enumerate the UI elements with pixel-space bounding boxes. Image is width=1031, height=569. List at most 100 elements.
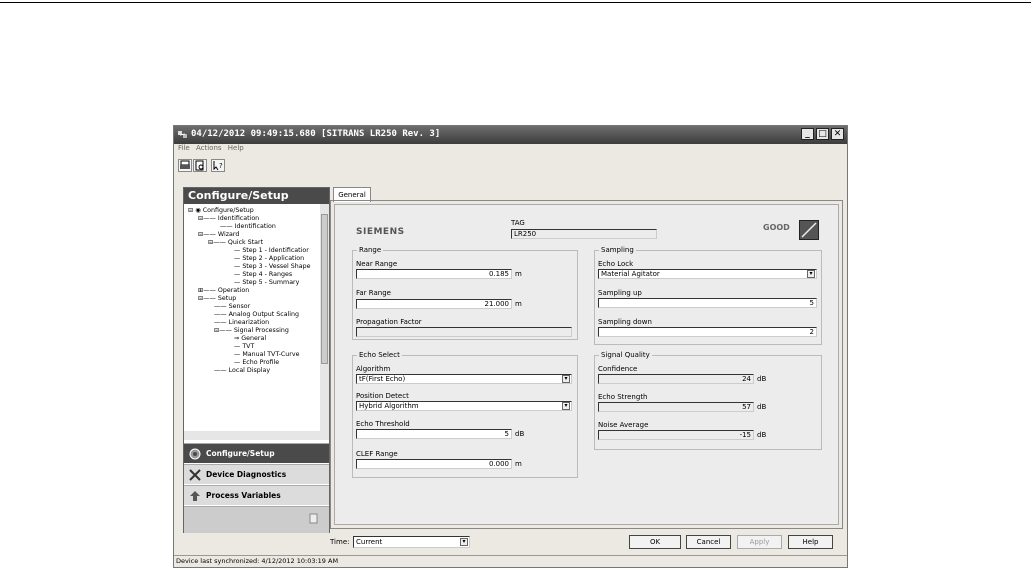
menu-help[interactable]: Help — [228, 144, 244, 152]
algorithm-dropdown[interactable]: tF(First Echo) ▾ — [356, 374, 572, 384]
menu-actions[interactable]: Actions — [196, 144, 222, 152]
general-form: SIEMENS TAG LR250 GOOD Range Near Range … — [334, 204, 839, 525]
range-group: Range Near Range 0.185 m Far Range 21.00… — [352, 246, 578, 340]
tree-item-step-4[interactable]: — Step 4 - Ranges — [234, 271, 292, 279]
near-range-label: Near Range — [356, 260, 398, 268]
page-top-rule — [0, 2, 1031, 3]
tree-item-local-display[interactable]: —— Local Display — [214, 367, 270, 375]
chevron-down-icon[interactable]: ▾ — [562, 402, 570, 410]
maximize-button[interactable]: □ — [816, 128, 829, 140]
navigation-pane: Configure/Setup ⊟ ◉ Configure/Setup ⊟—— … — [183, 187, 330, 533]
sampling-down-field[interactable]: 2 — [598, 327, 817, 337]
chevron-down-icon[interactable]: ▾ — [562, 375, 570, 383]
tree-item-wizard[interactable]: ⊟—— Wizard — [198, 231, 239, 239]
nav-button-device-diagnostics[interactable]: Device Diagnostics — [184, 464, 329, 484]
whats-this-help-icon[interactable]: ? — [211, 159, 225, 172]
echo-strength-field: 57 — [598, 402, 754, 412]
tag-label: TAG — [511, 219, 525, 227]
clef-range-field[interactable]: 0.000 — [356, 459, 512, 469]
echo-lock-label: Echo Lock — [598, 260, 634, 268]
sampling-title: Sampling — [599, 246, 636, 254]
minimize-button[interactable]: _ — [801, 128, 814, 140]
confidence-label: Confidence — [598, 365, 638, 373]
sampling-up-label: Sampling up — [598, 289, 642, 297]
near-range-unit: m — [515, 270, 522, 278]
echo-select-title: Echo Select — [357, 351, 402, 359]
range-title: Range — [357, 246, 384, 254]
tree-item-linearization[interactable]: —— Linearization — [214, 319, 269, 327]
print-icon[interactable] — [178, 159, 192, 172]
echo-threshold-label: Echo Threshold — [356, 420, 410, 428]
tree-item-operation[interactable]: ⊞—— Operation — [198, 287, 249, 295]
general-panel: SIEMENS TAG LR250 GOOD Range Near Range … — [330, 200, 843, 529]
tree-item-manual-tvt-curve[interactable]: — Manual TVT-Curve — [234, 351, 299, 359]
near-range-field[interactable]: 0.185 — [356, 269, 512, 279]
nav-button-configure-setup[interactable]: Configure/Setup — [184, 443, 329, 463]
tools-icon — [189, 469, 201, 481]
far-range-unit: m — [515, 300, 522, 308]
clef-range-unit: m — [515, 460, 522, 468]
tree-item-step-5[interactable]: — Step 5 - Summary — [234, 279, 299, 287]
sampling-group: Sampling Echo Lock Material Agitator ▾ S… — [594, 246, 822, 345]
clipboard-icon[interactable] — [308, 513, 319, 524]
scroll-thumb[interactable] — [321, 214, 328, 364]
help-button[interactable]: Help — [788, 535, 833, 549]
tree-item-setup[interactable]: ⊟—— Setup — [198, 295, 236, 303]
time-dropdown[interactable]: Current ▾ — [353, 536, 470, 548]
tree-item-signal-processing[interactable]: ⊟—— Signal Processing — [214, 327, 289, 335]
tree-vertical-scrollbar[interactable] — [320, 204, 329, 431]
tree-item-sensor[interactable]: —— Sensor — [214, 303, 250, 311]
echo-threshold-unit: dB — [515, 430, 525, 438]
tree-item-step-2[interactable]: — Step 2 - Application — [234, 255, 304, 263]
signal-quality-title: Signal Quality — [599, 351, 652, 359]
nav-button-process-variables[interactable]: Process Variables — [184, 485, 329, 505]
window-title: 04/12/2012 09:49:15.680 [SITRANS LR250 R… — [191, 129, 441, 139]
chevron-down-icon[interactable]: ▾ — [807, 270, 815, 278]
navigation-header: Configure/Setup — [184, 188, 329, 204]
ok-button[interactable]: OK — [629, 535, 681, 549]
tree-item-identification[interactable]: —— Identification — [220, 223, 276, 231]
tree-item-identification-folder[interactable]: ⊟—— Identification — [198, 215, 259, 223]
menu-file[interactable]: File — [178, 144, 190, 152]
tree-item-tvt[interactable]: — TVT — [234, 343, 254, 351]
menu-bar: File Actions Help — [174, 144, 847, 155]
noise-average-unit: dB — [757, 431, 767, 439]
echo-strength-label: Echo Strength — [598, 393, 648, 401]
navigation-tree: ⊟ ◉ Configure/Setup ⊟—— Identification —… — [184, 204, 320, 431]
tree-item-configure-setup[interactable]: ⊟ ◉ Configure/Setup — [188, 207, 254, 215]
far-range-field[interactable]: 21.000 — [356, 299, 512, 309]
content-area: General SIEMENS TAG LR250 GOOD Range Nea… — [330, 187, 843, 529]
apply-button[interactable]: Apply — [737, 535, 782, 549]
clef-range-label: CLEF Range — [356, 450, 398, 458]
svg-text:?: ? — [219, 162, 223, 170]
sampling-down-label: Sampling down — [598, 318, 652, 326]
tree-item-analog-output-scaling[interactable]: —— Analog Output Scaling — [214, 311, 299, 319]
close-button[interactable]: ✕ — [831, 128, 844, 140]
tree-item-general[interactable]: ⇒ General — [234, 335, 266, 343]
noise-average-field: -15 — [598, 430, 754, 440]
position-detect-dropdown[interactable]: Hybrid Algorithm ▾ — [356, 401, 572, 411]
propagation-factor-field[interactable] — [356, 327, 572, 337]
echo-lock-dropdown[interactable]: Material Agitator ▾ — [598, 269, 817, 279]
echo-threshold-field[interactable]: 5 — [356, 429, 512, 439]
tag-field: LR250 — [511, 229, 657, 239]
position-detect-label: Position Detect — [356, 392, 409, 400]
cancel-button[interactable]: Cancel — [686, 535, 731, 549]
confidence-field: 24 — [598, 374, 754, 384]
status-text: GOOD — [763, 223, 790, 232]
status-bar: Device last synchronized: 4/12/2012 10:0… — [174, 555, 847, 567]
tree-item-echo-profile[interactable]: — Echo Profile — [234, 359, 279, 367]
sampling-up-field[interactable]: 5 — [598, 298, 817, 308]
tree-item-step-1[interactable]: — Step 1 - Identificatior — [234, 247, 309, 255]
echo-strength-unit: dB — [757, 403, 767, 411]
tree-item-step-3[interactable]: — Step 3 - Vessel Shape — [234, 263, 311, 271]
tree-horizontal-scrollbar[interactable] — [184, 431, 329, 440]
print-preview-icon[interactable] — [193, 159, 207, 172]
app-window: 04/12/2012 09:49:15.680 [SITRANS LR250 R… — [173, 125, 848, 568]
chevron-down-icon[interactable]: ▾ — [460, 538, 468, 546]
status-indicator-icon — [799, 220, 819, 240]
nav-footer — [184, 506, 329, 533]
confidence-unit: dB — [757, 375, 767, 383]
tree-item-quick-start[interactable]: ⊟—— Quick Start — [208, 239, 263, 247]
brand-logo: SIEMENS — [356, 227, 405, 237]
